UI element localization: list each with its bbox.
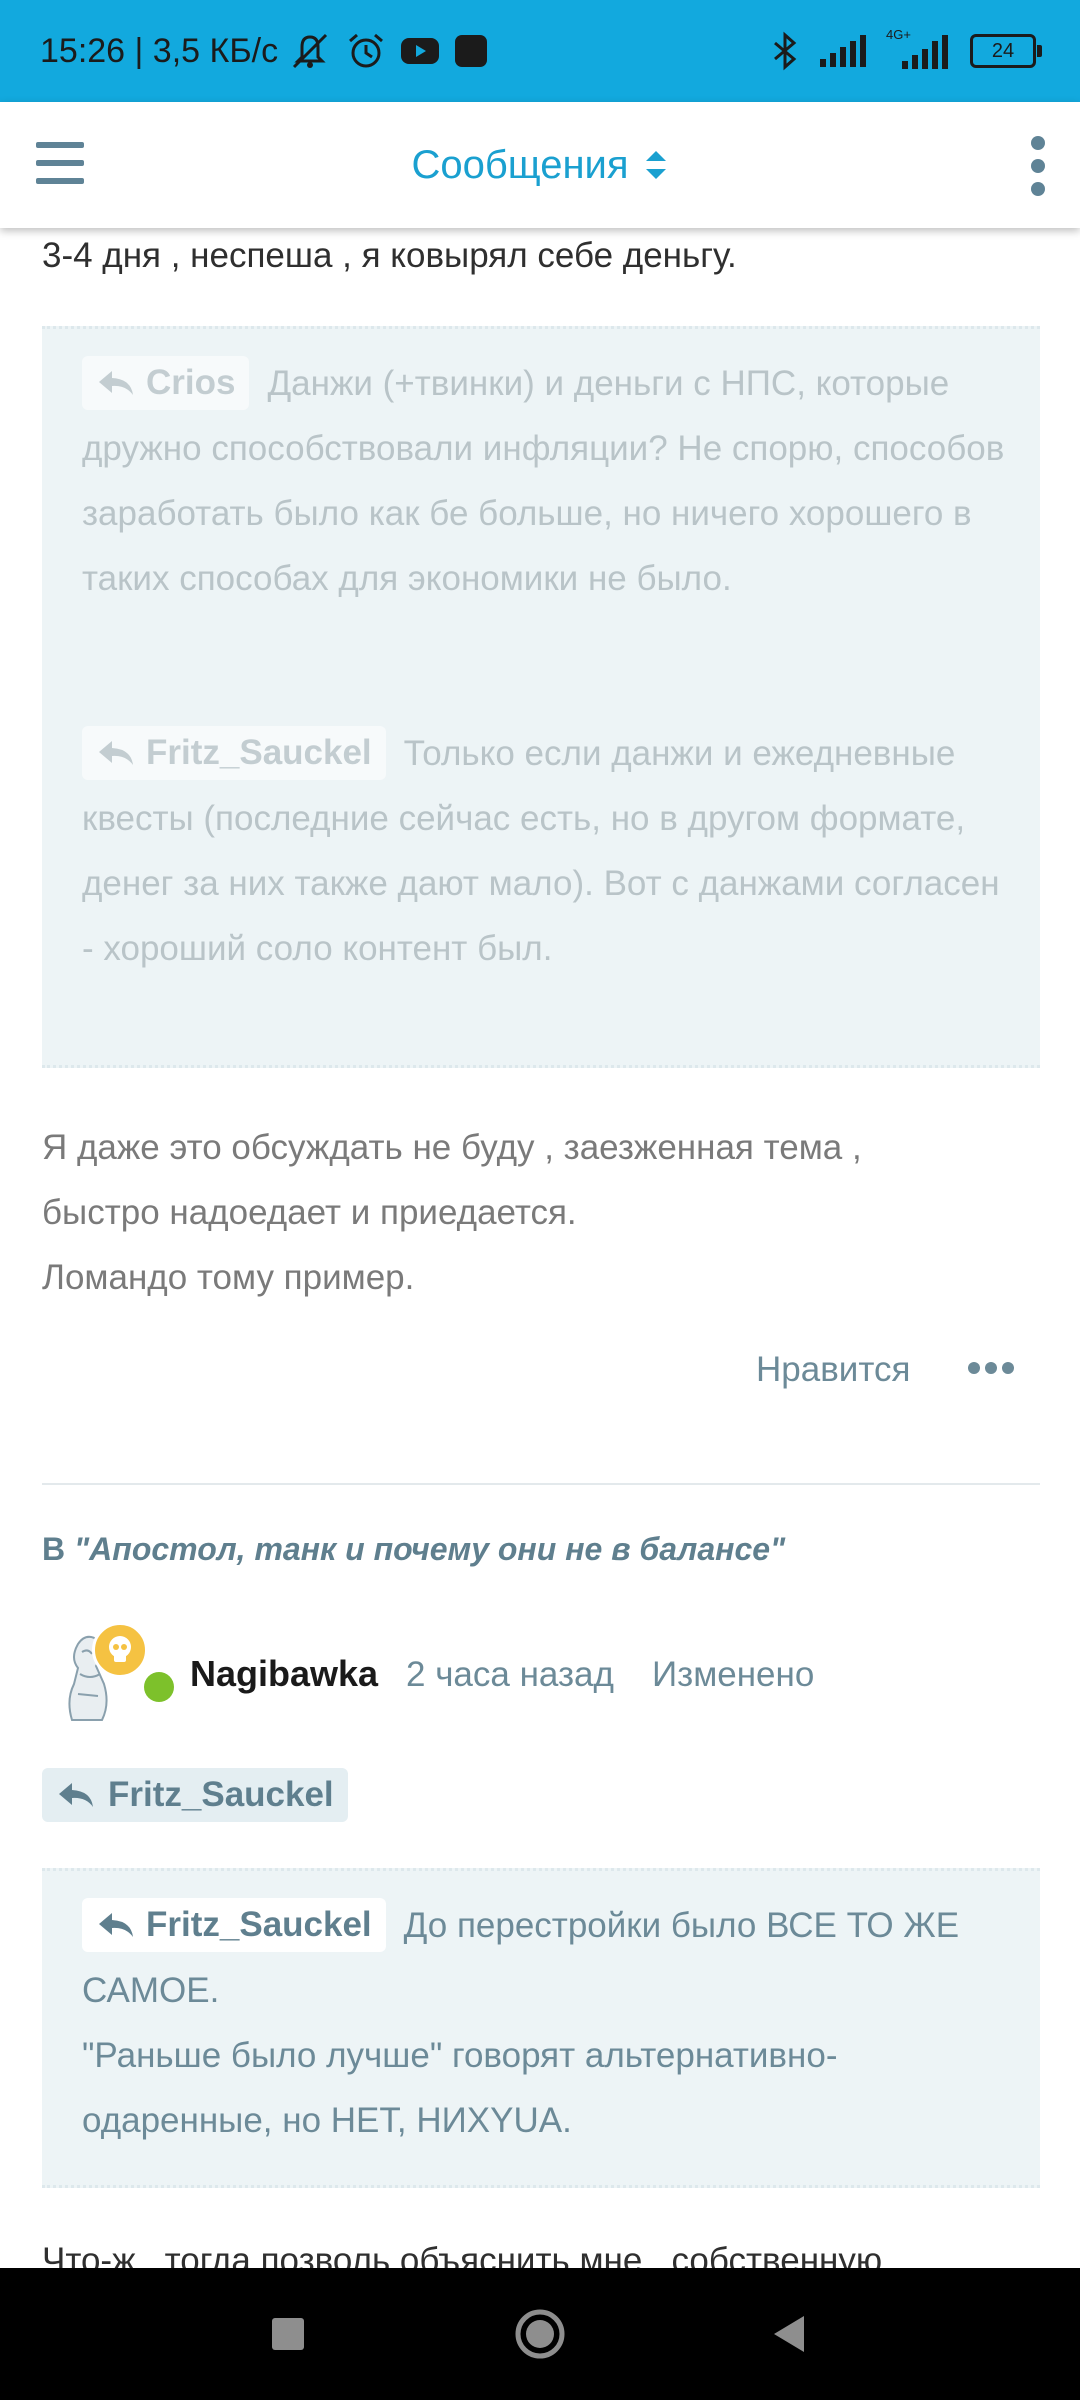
more-vert-icon[interactable]: [1028, 136, 1048, 196]
quote-paragraph: Fritz_Sauckel Только если данжи и ежеднев…: [82, 721, 1012, 981]
topic-link[interactable]: В "Апостол, танк и почему они не в балан…: [42, 1531, 785, 1568]
mention-author: Crios: [146, 362, 236, 402]
app-icon: [455, 35, 488, 67]
reply-icon: [99, 370, 133, 395]
quote-text: "Раньше было лучше" говорят альтернативн…: [82, 2036, 838, 2140]
post-body-line: Ломандо тому пример.: [42, 1258, 415, 1297]
post-text: 3-4 дня , неспеша , я ковырял себе деньг…: [42, 236, 737, 275]
recents-icon[interactable]: [268, 2314, 308, 2354]
like-button[interactable]: Нравится: [756, 1350, 910, 1390]
mention-author: Fritz_Sauckel: [146, 1904, 372, 1944]
mention-chip[interactable]: Fritz_Sauckel: [82, 1897, 386, 1952]
title-selector[interactable]: Сообщения: [0, 102, 1080, 228]
feed: 3-4 дня , неспеша , я ковырял себе деньг…: [0, 228, 1080, 2268]
bell-muted-icon: [293, 33, 328, 69]
mention-chip[interactable]: Fritz_Sauckel: [82, 725, 386, 780]
quote-paragraph: Fritz_Sauckel До перестройки было ВСЕ ТО …: [82, 1893, 1012, 2153]
quote-block: Fritz_Sauckel До перестройки было ВСЕ ТО …: [42, 1868, 1040, 2188]
post-body-line: быстро надоедает и приедается.: [42, 1193, 577, 1232]
youtube-icon: [401, 38, 440, 64]
post-body-line: Я даже это обсуждать не буду , заезженна…: [42, 1128, 862, 1167]
author-name[interactable]: Nagibawka: [190, 1653, 378, 1695]
reply-icon: [99, 740, 133, 765]
reply-icon: [99, 1912, 133, 1937]
status-bar: 15:26 | 3,5 КБ/с 4G+ 24: [0, 0, 1080, 102]
mention-chip[interactable]: Crios: [82, 355, 250, 410]
signal-4g-icon: 4G+: [886, 27, 952, 71]
skull-icon: [92, 1622, 148, 1678]
online-indicator: [144, 1672, 174, 1702]
topic-title: "Апостол, танк и почему они не в балансе…: [74, 1531, 786, 1567]
quote-block: Crios Данжи (+твинки) и деньги с НПС, кот…: [42, 326, 1040, 1068]
back-icon[interactable]: [768, 2312, 812, 2356]
post-body-line: Что-ж , тогда позволь объяснить мне , со…: [42, 2241, 883, 2268]
reply-to-author: Fritz_Sauckel: [108, 1775, 334, 1814]
bluetooth-icon: [774, 31, 797, 71]
reply-icon: [59, 1783, 93, 1807]
more-horiz-icon[interactable]: [968, 1348, 1014, 1388]
system-nav-bar: [0, 2268, 1080, 2400]
post-time: 2 часа назад: [406, 1655, 614, 1694]
battery-level: 24: [991, 40, 1015, 62]
reply-to-chip[interactable]: Fritz_Sauckel: [42, 1768, 348, 1822]
divider: [42, 1483, 1040, 1485]
edited-label[interactable]: Изменено: [652, 1655, 814, 1695]
battery-icon: 24: [970, 34, 1042, 68]
alarm-icon: [349, 33, 384, 68]
topic-prefix: В: [42, 1531, 74, 1567]
home-icon[interactable]: [514, 2308, 566, 2360]
mention-author: Fritz_Sauckel: [146, 732, 372, 772]
page-title[interactable]: Сообщения: [411, 143, 628, 188]
quote-paragraph: Crios Данжи (+твинки) и деньги с НПС, кот…: [82, 351, 1012, 611]
status-time: 15:26 | 3,5 КБ/с: [40, 31, 279, 70]
app-bar: Сообщения: [0, 102, 1080, 228]
sort-icon[interactable]: [643, 147, 669, 183]
signal-icon: [820, 35, 866, 67]
